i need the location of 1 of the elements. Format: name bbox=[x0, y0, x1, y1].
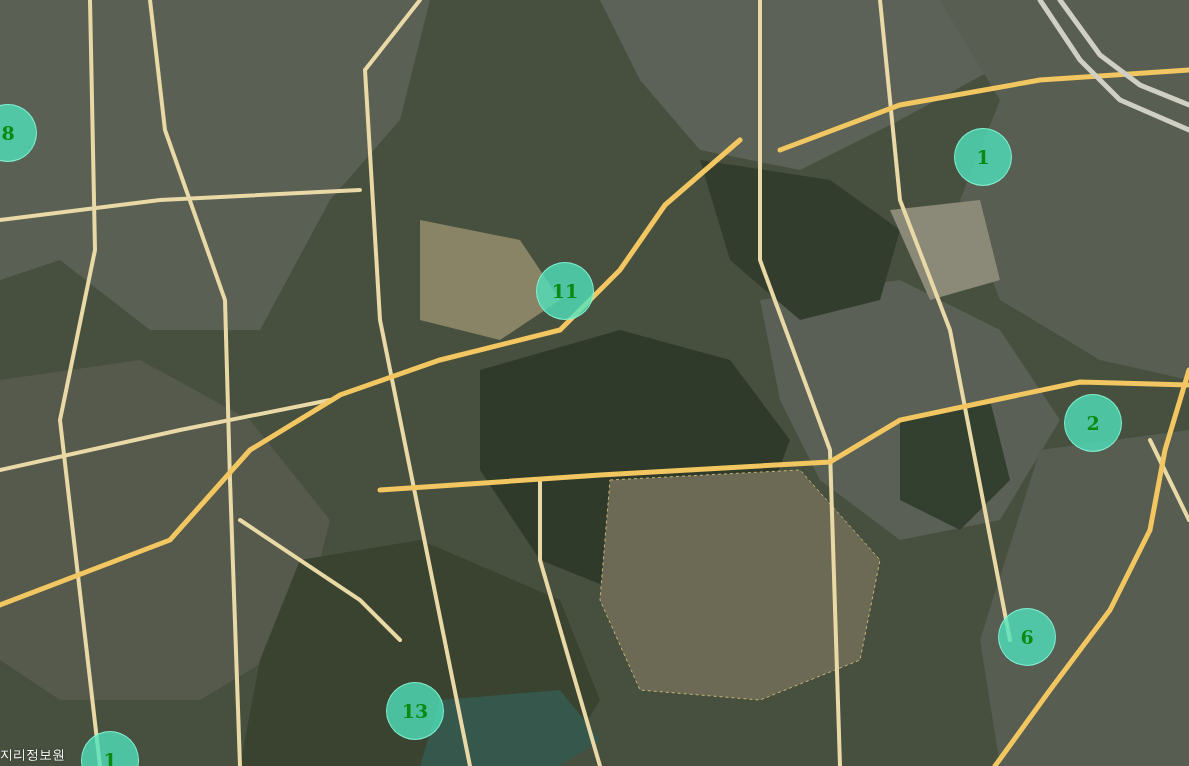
map-attribution: 지리정보원 bbox=[0, 747, 65, 763]
